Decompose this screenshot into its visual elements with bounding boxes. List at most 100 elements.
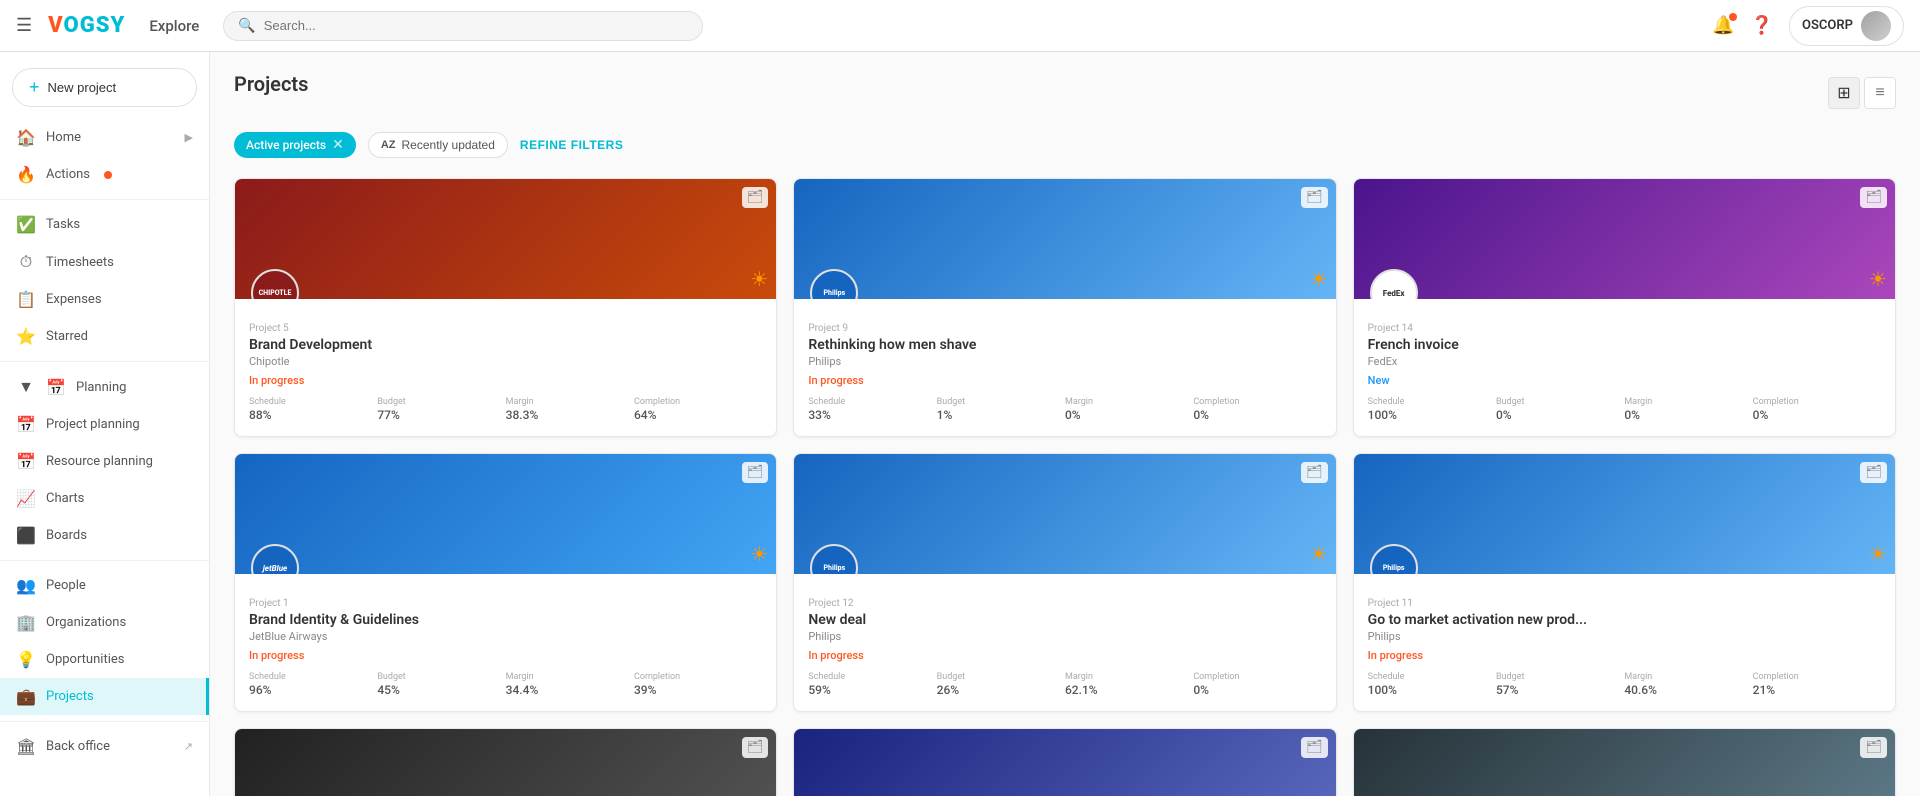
card-image: TRADER JOE'S 🗂 ☀	[794, 729, 1335, 796]
app-logo[interactable]: VOGSY	[48, 13, 125, 38]
project-status: In progress	[249, 649, 762, 662]
sidebar-item-opportunities[interactable]: 💡 Opportunities	[0, 641, 209, 678]
new-project-button[interactable]: + New project	[12, 68, 197, 107]
stat-value: 0%	[1193, 683, 1321, 697]
project-number: Project 1	[249, 598, 762, 609]
card-logo: FedEx	[1370, 269, 1418, 299]
stat-value: 26%	[937, 683, 1065, 697]
recently-updated-button[interactable]: AZ Recently updated	[368, 132, 508, 158]
archive-icon[interactable]: 🗂	[1301, 462, 1328, 483]
archive-icon[interactable]: 🗂	[1860, 187, 1887, 208]
project-card[interactable]: Philips 🗂 ☀ Project 11 Go to market acti…	[1353, 453, 1896, 712]
stat-label: Margin	[506, 672, 634, 682]
list-view-button[interactable]: ≡	[1864, 77, 1896, 109]
project-card[interactable]: Philips 🗂 ☀ Project 9 Rethinking how men…	[793, 178, 1336, 437]
project-card[interactable]: CHIPOTLE 🗂 ☀ Project 5 Brand Development…	[234, 178, 777, 437]
sidebar-item-projects[interactable]: 💼 Projects	[0, 678, 209, 715]
stat-value: 57%	[1496, 683, 1624, 697]
sidebar-item-resource-planning[interactable]: 📅 Resource planning	[0, 443, 209, 480]
sidebar: + New project 🏠 Home ▶ 🔥 Actions ✅ Tasks…	[0, 52, 210, 796]
stat-label: Budget	[937, 397, 1065, 407]
project-number: Project 14	[1368, 323, 1881, 334]
sidebar-item-home[interactable]: 🏠 Home ▶	[0, 119, 209, 156]
stat-label: Margin	[1624, 397, 1752, 407]
project-client: Chipotle	[249, 355, 762, 368]
stat-completion: Completion 64%	[634, 397, 762, 422]
logo-text-rest: OGSY	[64, 13, 126, 38]
archive-icon[interactable]: 🗂	[1860, 737, 1887, 758]
archive-icon[interactable]: 🗂	[1860, 462, 1887, 483]
stat-value: 38.3%	[506, 408, 634, 422]
status-sun: ☀	[750, 267, 768, 291]
boards-icon: ⬛	[16, 526, 36, 545]
project-card[interactable]: ⚪ Peloton 🗂 ☀ Project 6 Competitive Land…	[1353, 728, 1896, 796]
project-card[interactable]: Philips 🗂 ☀ Project 12 New deal Philips …	[793, 453, 1336, 712]
grid-view-button[interactable]: ⊞	[1828, 77, 1860, 109]
card-image: jetBlue 🗂 ☀	[235, 454, 776, 574]
sidebar-item-timesheets[interactable]: ⏱ Timesheets	[0, 243, 209, 281]
project-card[interactable]: ⚪ Peloton 🗂 ☀ Project 3 New Product Laun…	[234, 728, 777, 796]
sidebar-item-label: Expenses	[46, 292, 102, 307]
card-logo: Philips	[810, 544, 858, 574]
stat-completion: Completion 21%	[1753, 672, 1881, 697]
project-status: In progress	[808, 374, 1321, 387]
refine-filters-button[interactable]: REFINE FILTERS	[520, 138, 623, 152]
project-card[interactable]: jetBlue 🗂 ☀ Project 1 Brand Identity & G…	[234, 453, 777, 712]
sidebar-item-back-office[interactable]: 🏛 Back office ↗	[0, 728, 209, 765]
sidebar-item-project-planning[interactable]: 📅 Project planning	[0, 406, 209, 443]
card-image: ⚪ Peloton 🗂 ☀	[235, 729, 776, 796]
stat-completion: Completion 0%	[1193, 397, 1321, 422]
stat-value: 64%	[634, 408, 762, 422]
help-icon[interactable]: ❓	[1751, 15, 1773, 36]
org-badge[interactable]: OSCORP	[1789, 6, 1904, 46]
sidebar-item-label: Back office	[46, 739, 110, 754]
stat-value: 0%	[1624, 408, 1752, 422]
project-client: Philips	[808, 630, 1321, 643]
active-projects-chip[interactable]: Active projects ✕	[234, 132, 356, 158]
stat-label: Completion	[634, 397, 762, 407]
archive-icon[interactable]: 🗂	[742, 737, 769, 758]
archive-icon[interactable]: 🗂	[1301, 737, 1328, 758]
card-logo: Philips	[1370, 544, 1418, 574]
card-logo: jetBlue	[251, 544, 299, 574]
project-client: JetBlue Airways	[249, 630, 762, 643]
stat-budget: Budget 77%	[377, 397, 505, 422]
sidebar-item-tasks[interactable]: ✅ Tasks	[0, 206, 209, 243]
archive-icon[interactable]: 🗂	[742, 462, 769, 483]
sidebar-item-actions[interactable]: 🔥 Actions	[0, 156, 209, 193]
search-icon: 🔍	[238, 18, 255, 34]
stat-value: 45%	[377, 683, 505, 697]
project-card[interactable]: FedEx 🗂 ☀ Project 14 French invoice FedE…	[1353, 178, 1896, 437]
sidebar-item-planning[interactable]: ▼ 📅 Planning	[0, 368, 209, 406]
sun-icon: ☀	[1310, 267, 1328, 291]
search-input[interactable]	[264, 18, 689, 33]
project-card[interactable]: TRADER JOE'S 🗂 ☀ Project 4 Media Retaine…	[793, 728, 1336, 796]
avatar	[1861, 11, 1891, 41]
main-content: Projects ⊞ ≡ Active projects ✕ AZ Recent…	[210, 52, 1920, 796]
sidebar-item-people[interactable]: 👥 People	[0, 567, 209, 604]
notification-icon[interactable]: 🔔	[1712, 15, 1734, 36]
status-sun: ☀	[750, 542, 768, 566]
sidebar-item-organizations[interactable]: 🏢 Organizations	[0, 604, 209, 641]
sidebar-item-charts[interactable]: 📈 Charts	[0, 480, 209, 517]
hamburger-icon[interactable]: ☰	[16, 15, 32, 36]
chip-close-icon[interactable]: ✕	[332, 137, 344, 153]
archive-icon[interactable]: 🗂	[742, 187, 769, 208]
archive-icon[interactable]: 🗂	[1301, 187, 1328, 208]
expand-icon: ▶	[185, 131, 193, 144]
projects-icon: 💼	[16, 687, 36, 706]
project-stats: Schedule 88% Budget 77% Margin 38.3% Com…	[249, 397, 762, 422]
card-logo: CHIPOTLE	[251, 269, 299, 299]
sun-icon: ☀	[750, 267, 768, 291]
planning-icon: 📅	[46, 378, 66, 397]
sidebar-item-label: Tasks	[46, 217, 80, 232]
search-bar[interactable]: 🔍	[223, 11, 703, 41]
stat-budget: Budget 57%	[1496, 672, 1624, 697]
sidebar-item-label: Project planning	[46, 417, 140, 432]
stat-budget: Budget 1%	[937, 397, 1065, 422]
sidebar-item-label: Opportunities	[46, 652, 124, 667]
sidebar-item-boards[interactable]: ⬛ Boards	[0, 517, 209, 554]
sidebar-item-starred[interactable]: ⭐ Starred	[0, 318, 209, 355]
planning-expand-icon: ▼	[16, 377, 36, 397]
sidebar-item-expenses[interactable]: 📋 Expenses	[0, 281, 209, 318]
